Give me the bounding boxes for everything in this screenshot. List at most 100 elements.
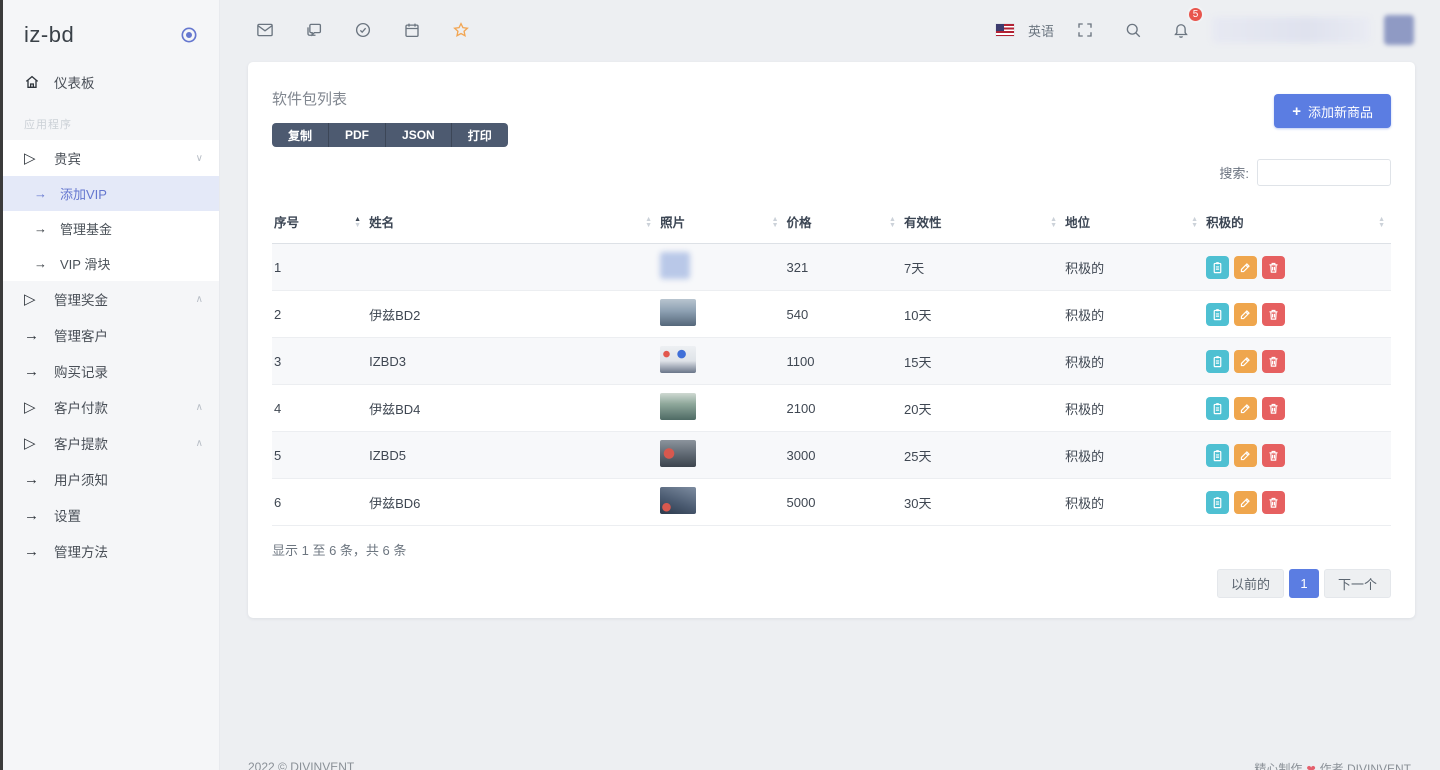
cell-price: 5000 bbox=[785, 479, 902, 526]
topbar-quick-icons bbox=[248, 13, 478, 47]
arrow-right-icon: → bbox=[34, 221, 60, 236]
footer-credit: 精心制作❤作者 DIVINVENT bbox=[1254, 760, 1415, 770]
cell-price: 540 bbox=[785, 291, 902, 338]
pagination-prev-button[interactable]: 以前的 bbox=[1217, 569, 1284, 598]
table-row: 5 IZBD5 3000 25天 积极的 bbox=[272, 432, 1391, 479]
language-selector[interactable]: 英语 bbox=[1028, 21, 1054, 40]
sidebar-item-user-notice[interactable]: → 用户须知 bbox=[0, 461, 219, 497]
product-photo bbox=[660, 393, 696, 420]
table-summary: 显示 1 至 6 条，共 6 条 bbox=[272, 540, 1391, 559]
sort-icons: ▲▼ bbox=[889, 217, 896, 229]
pagination: 以前的 1 下一个 bbox=[272, 569, 1391, 598]
search-icon[interactable] bbox=[1116, 13, 1150, 47]
delete-button[interactable] bbox=[1262, 444, 1285, 467]
fullscreen-icon[interactable] bbox=[1068, 13, 1102, 47]
star-icon[interactable] bbox=[444, 13, 478, 47]
sidebar-item-dashboard[interactable]: 仪表板 bbox=[0, 64, 219, 100]
delete-button[interactable] bbox=[1262, 350, 1285, 373]
cell-photo bbox=[658, 338, 784, 385]
delete-button[interactable] bbox=[1262, 397, 1285, 420]
cell-validity: 7天 bbox=[902, 244, 1063, 291]
sidebar-item-label: 贵宾 bbox=[54, 148, 81, 168]
app-root: iz-bd 仪表板 应用程序 ▷ 贵宾 ∨ bbox=[0, 0, 1440, 770]
sidebar-item-add-vip[interactable]: → 添加VIP bbox=[0, 176, 219, 211]
pagination-next-button[interactable]: 下一个 bbox=[1324, 569, 1391, 598]
edit-button[interactable] bbox=[1234, 350, 1257, 373]
window-edge bbox=[0, 0, 3, 770]
notifications-bell-icon[interactable]: 5 bbox=[1164, 13, 1198, 47]
sidebar-item-label: 添加VIP bbox=[60, 184, 107, 203]
sidebar-item-manage-fund[interactable]: → 管理基金 bbox=[0, 211, 219, 246]
delete-button[interactable] bbox=[1262, 303, 1285, 326]
column-header-validity[interactable]: 有效性▲▼ bbox=[902, 202, 1063, 244]
sort-icons: ▲▼ bbox=[645, 217, 652, 229]
delete-button[interactable] bbox=[1262, 491, 1285, 514]
column-header-photo[interactable]: 照片▲▼ bbox=[658, 202, 784, 244]
column-header-active[interactable]: 积极的▲▼ bbox=[1204, 202, 1391, 244]
sidebar-item-label: VIP 滑块 bbox=[60, 254, 110, 273]
cell-photo bbox=[658, 479, 784, 526]
sidebar-item-manage-methods[interactable]: → 管理方法 bbox=[0, 533, 219, 569]
sidebar-item-settings[interactable]: → 设置 bbox=[0, 497, 219, 533]
user-avatar[interactable] bbox=[1384, 15, 1414, 45]
cell-name: 伊兹BD4 bbox=[367, 385, 658, 432]
view-button[interactable] bbox=[1206, 397, 1229, 420]
edit-button[interactable] bbox=[1234, 491, 1257, 514]
cell-photo bbox=[658, 385, 784, 432]
mail-icon[interactable] bbox=[248, 13, 282, 47]
arrow-right-icon: → bbox=[24, 363, 54, 380]
user-name[interactable] bbox=[1212, 17, 1370, 43]
view-button[interactable] bbox=[1206, 444, 1229, 467]
column-header-sn[interactable]: 序号▲▼ bbox=[272, 202, 367, 244]
chat-icon[interactable] bbox=[297, 13, 331, 47]
add-product-button[interactable]: + 添加新商品 bbox=[1274, 94, 1391, 128]
column-header-status[interactable]: 地位▲▼ bbox=[1063, 202, 1204, 244]
table-row: 4 伊兹BD4 2100 20天 积极的 bbox=[272, 385, 1391, 432]
json-button[interactable]: JSON bbox=[386, 123, 452, 147]
view-button[interactable] bbox=[1206, 491, 1229, 514]
sidebar-item-manage-clients[interactable]: → 管理客户 bbox=[0, 317, 219, 353]
cell-price: 1100 bbox=[785, 338, 902, 385]
sidebar-nav: 仪表板 应用程序 ▷ 贵宾 ∨ → 添加VIP → 管理基金 bbox=[0, 64, 219, 569]
check-circle-icon[interactable] bbox=[346, 13, 380, 47]
cell-actions bbox=[1204, 291, 1391, 338]
play-outline-icon: ▷ bbox=[24, 149, 54, 167]
copy-button[interactable]: 复制 bbox=[272, 123, 329, 147]
sidebar-item-client-payments[interactable]: ▷ 客户付款 ∧ bbox=[0, 389, 219, 425]
sidebar-item-purchase-records[interactable]: → 购买记录 bbox=[0, 353, 219, 389]
delete-button[interactable] bbox=[1262, 256, 1285, 279]
column-header-price[interactable]: 价格▲▼ bbox=[785, 202, 902, 244]
sidebar-toggle-icon[interactable] bbox=[179, 25, 199, 45]
play-outline-icon: ▷ bbox=[24, 398, 54, 416]
sidebar-item-label: 购买记录 bbox=[54, 361, 108, 381]
table-header-row: 序号▲▼ 姓名▲▼ 照片▲▼ 价格▲▼ 有效性▲▼ 地位▲▼ 积极的▲▼ bbox=[272, 202, 1391, 244]
calendar-icon[interactable] bbox=[395, 13, 429, 47]
sidebar-item-vip-slider[interactable]: → VIP 滑块 bbox=[0, 246, 219, 281]
us-flag-icon[interactable] bbox=[996, 24, 1014, 36]
view-button[interactable] bbox=[1206, 350, 1229, 373]
edit-button[interactable] bbox=[1234, 256, 1257, 279]
search-input[interactable] bbox=[1257, 159, 1391, 186]
cell-price: 321 bbox=[785, 244, 902, 291]
edit-button[interactable] bbox=[1234, 444, 1257, 467]
cell-photo bbox=[658, 244, 784, 291]
sidebar-item-manage-bonus[interactable]: ▷ 管理奖金 ∧ bbox=[0, 281, 219, 317]
page-content: 软件包列表 复制 PDF JSON 打印 + 添加新商品 搜索: bbox=[220, 60, 1440, 770]
edit-button[interactable] bbox=[1234, 303, 1257, 326]
sidebar-item-vip[interactable]: ▷ 贵宾 ∨ bbox=[0, 140, 219, 176]
cell-validity: 25天 bbox=[902, 432, 1063, 479]
cell-name: 伊兹BD2 bbox=[367, 291, 658, 338]
cell-sn: 6 bbox=[272, 479, 367, 526]
view-button[interactable] bbox=[1206, 303, 1229, 326]
sidebar-item-client-withdrawals[interactable]: ▷ 客户提款 ∧ bbox=[0, 425, 219, 461]
print-button[interactable]: 打印 bbox=[452, 123, 508, 147]
cell-sn: 3 bbox=[272, 338, 367, 385]
pdf-button[interactable]: PDF bbox=[329, 123, 386, 147]
pagination-page-1[interactable]: 1 bbox=[1289, 569, 1319, 598]
column-header-name[interactable]: 姓名▲▼ bbox=[367, 202, 658, 244]
cell-status: 积极的 bbox=[1063, 432, 1204, 479]
chevron-up-icon: ∧ bbox=[196, 402, 203, 413]
edit-button[interactable] bbox=[1234, 397, 1257, 420]
product-photo bbox=[660, 440, 696, 467]
view-button[interactable] bbox=[1206, 256, 1229, 279]
